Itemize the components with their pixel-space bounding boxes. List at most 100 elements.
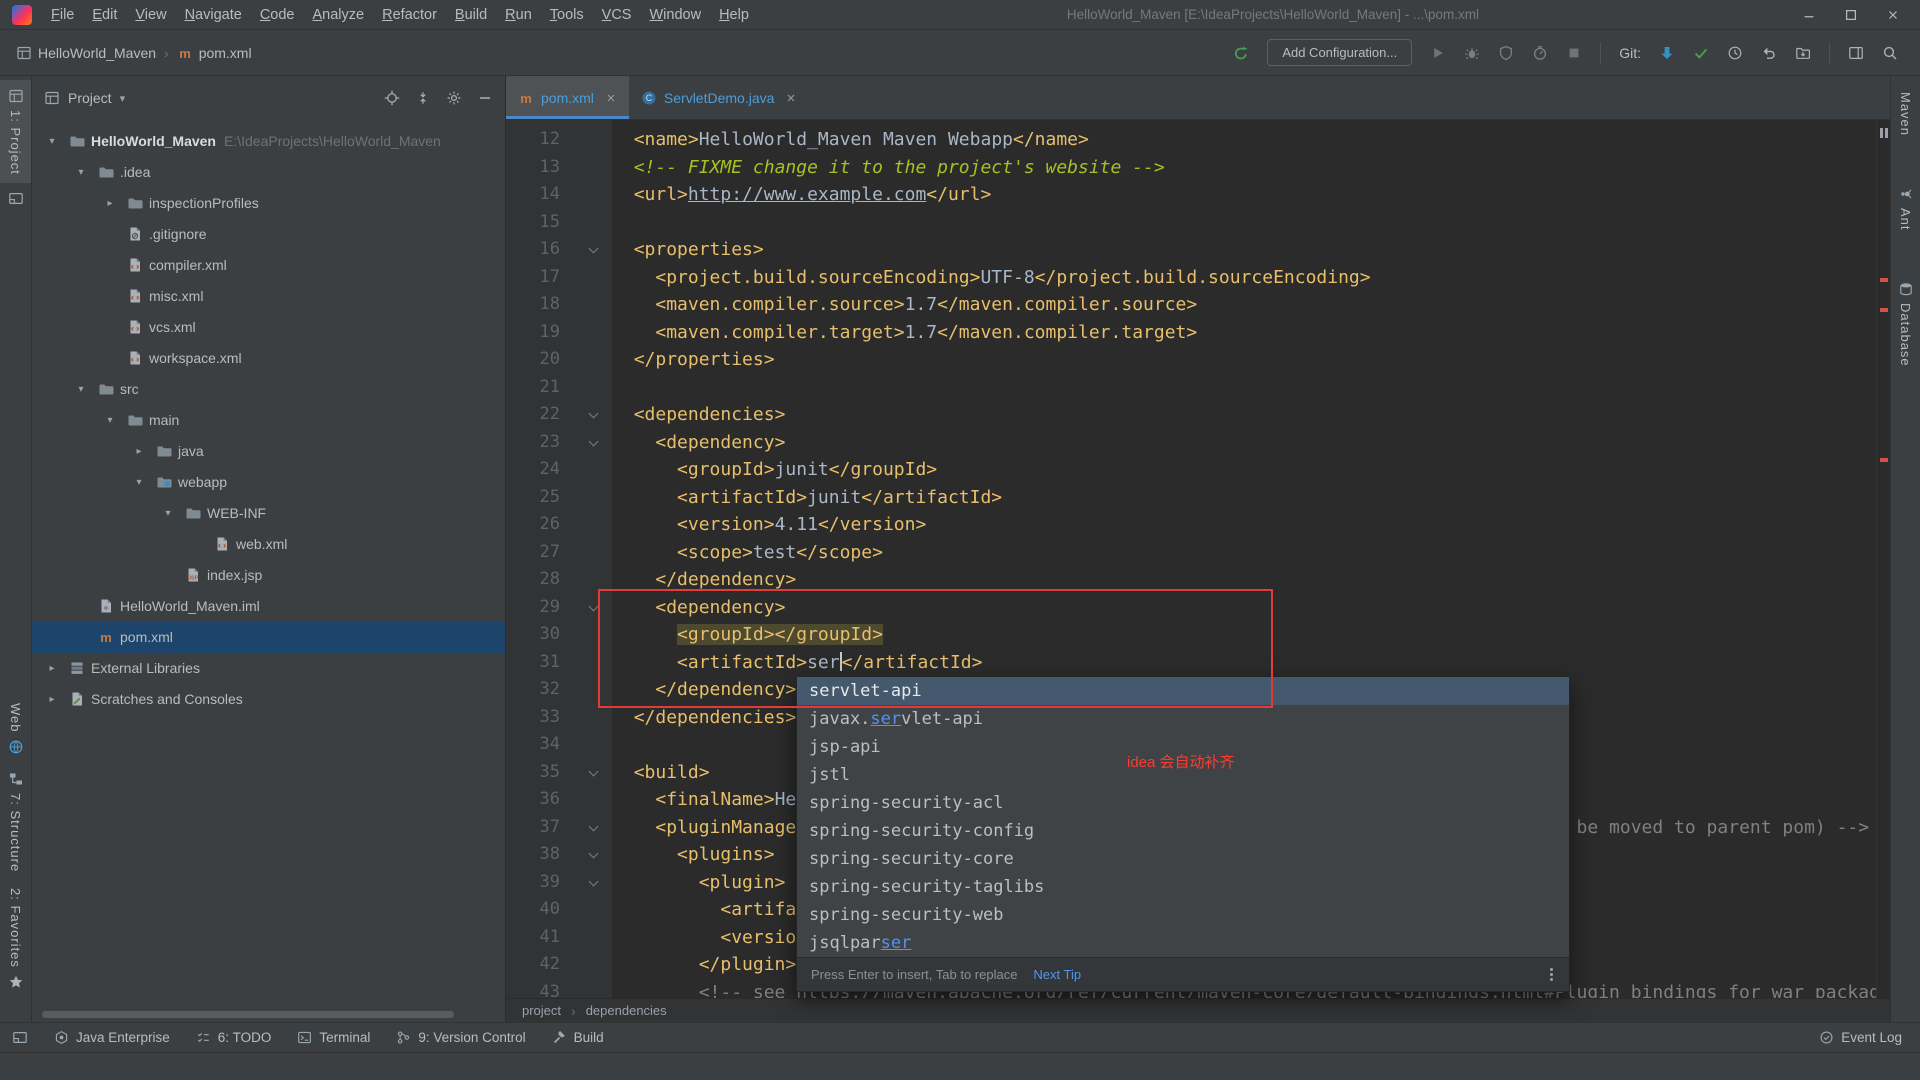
fold-marker[interactable] xyxy=(589,409,599,419)
code-line-24[interactable]: <groupId>junit</groupId> xyxy=(612,456,1876,484)
tree-row-java[interactable]: ▸java xyxy=(32,436,505,467)
rollback-button-icon[interactable] xyxy=(1761,45,1777,61)
tree-row-main[interactable]: ▾main xyxy=(32,405,505,436)
minimize-button[interactable] xyxy=(1788,1,1830,29)
code-line-22[interactable]: <dependencies> xyxy=(612,401,1876,429)
settings-gear-button-icon[interactable] xyxy=(446,90,462,106)
tree-collapse-arrow[interactable]: ▾ xyxy=(44,134,60,149)
tool-button-database[interactable]: Database xyxy=(1891,273,1920,375)
select-opened-file-button-icon[interactable] xyxy=(384,90,400,106)
tool-window-button-6-todo[interactable]: 6: TODO xyxy=(196,1030,272,1045)
error-stripe-mark[interactable] xyxy=(1880,458,1888,462)
hide-panel-button-icon[interactable] xyxy=(477,90,493,106)
tab-servletdemo.java[interactable]: CServletDemo.java xyxy=(629,76,810,119)
menu-edit[interactable]: Edit xyxy=(83,3,126,27)
tree-collapse-arrow[interactable]: ▾ xyxy=(131,475,147,490)
debug-button-icon[interactable] xyxy=(1464,45,1480,61)
tree-row-src[interactable]: ▾src xyxy=(32,374,505,405)
profiler-button-icon[interactable] xyxy=(1532,45,1548,61)
tree-collapse-arrow[interactable]: ▾ xyxy=(160,506,176,521)
collapse-all-button-icon[interactable] xyxy=(415,90,431,106)
code-line-12[interactable]: <name>HelloWorld_Maven Maven Webapp</nam… xyxy=(612,126,1876,154)
code-line-16[interactable]: <properties> xyxy=(612,236,1876,264)
tree-collapse-arrow[interactable]: ▾ xyxy=(102,413,118,428)
code-line-21[interactable] xyxy=(612,374,1876,402)
menu-tools[interactable]: Tools xyxy=(541,3,593,27)
chevron-down-icon[interactable]: ▾ xyxy=(120,92,126,105)
tree-row-web.xml[interactable]: web.xml xyxy=(32,529,505,560)
fold-marker[interactable] xyxy=(589,244,599,254)
code-line-27[interactable]: <scope>test</scope> xyxy=(612,539,1876,567)
tree-row-helloworld_maven.iml[interactable]: HelloWorld_Maven.iml xyxy=(32,591,505,622)
menu-vcs[interactable]: VCS xyxy=(593,3,641,27)
completion-item-9[interactable]: jsqlparser xyxy=(797,929,1569,957)
code-line-23[interactable]: <dependency> xyxy=(612,429,1876,457)
fold-marker[interactable] xyxy=(589,436,599,446)
tool-button-favorites[interactable]: 2: Favorites xyxy=(0,880,31,998)
menu-run[interactable]: Run xyxy=(496,3,541,27)
completion-item-4[interactable]: spring-security-acl xyxy=(797,789,1569,817)
tool-button-project[interactable]: 1: Project xyxy=(0,80,31,183)
tool-button-structure[interactable]: 7: Structure xyxy=(0,763,31,880)
coverage-button-icon[interactable] xyxy=(1498,45,1514,61)
code-line-28[interactable]: </dependency> xyxy=(612,566,1876,594)
menu-build[interactable]: Build xyxy=(446,3,496,27)
error-stripe-mark[interactable] xyxy=(1880,308,1888,312)
menu-help[interactable]: Help xyxy=(710,3,758,27)
completion-item-6[interactable]: spring-security-core xyxy=(797,845,1569,873)
tree-expand-arrow[interactable]: ▸ xyxy=(44,692,60,707)
maximize-button[interactable] xyxy=(1830,1,1872,29)
code-line-20[interactable]: </properties> xyxy=(612,346,1876,374)
tree-expand-arrow[interactable]: ▸ xyxy=(102,196,118,211)
tool-window-button-java-enterprise[interactable]: Java Enterprise xyxy=(54,1030,170,1045)
tool-window-switcher-icon[interactable] xyxy=(12,1030,28,1046)
completion-item-3[interactable]: jstl xyxy=(797,761,1569,789)
error-stripe-mark[interactable] xyxy=(1880,278,1888,282)
menu-analyze[interactable]: Analyze xyxy=(304,3,374,27)
tool-button-panel-extra[interactable] xyxy=(0,183,31,215)
menu-refactor[interactable]: Refactor xyxy=(373,3,446,27)
tree-row-external libraries[interactable]: ▸External Libraries xyxy=(32,653,505,684)
tree-row-compiler.xml[interactable]: compiler.xml xyxy=(32,250,505,281)
commit-button-icon[interactable] xyxy=(1693,45,1709,61)
tree-collapse-arrow[interactable]: ▾ xyxy=(73,165,89,180)
code-line-29[interactable]: <dependency> xyxy=(612,594,1876,622)
next-tip-link[interactable]: Next Tip xyxy=(1033,967,1081,982)
menu-navigate[interactable]: Navigate xyxy=(176,3,251,27)
stop-button-icon[interactable] xyxy=(1566,45,1582,61)
history-button-icon[interactable] xyxy=(1727,45,1743,61)
editor-breadcrumb-dependencies[interactable]: dependencies xyxy=(586,1003,667,1018)
code-line-26[interactable]: <version>4.11</version> xyxy=(612,511,1876,539)
tree-row-webapp[interactable]: ▾webapp xyxy=(32,467,505,498)
menu-code[interactable]: Code xyxy=(251,3,304,27)
tree-expand-arrow[interactable]: ▸ xyxy=(131,444,147,459)
code-line-19[interactable]: <maven.compiler.target>1.7</maven.compil… xyxy=(612,319,1876,347)
tab-pom.xml[interactable]: mpom.xml xyxy=(506,76,629,119)
tool-window-button-9-version-control[interactable]: 9: Version Control xyxy=(396,1030,525,1045)
tree-row-scratches and consoles[interactable]: ▸Scratches and Consoles xyxy=(32,684,505,715)
menu-window[interactable]: Window xyxy=(640,3,710,27)
add-configuration-button[interactable]: Add Configuration... xyxy=(1267,39,1412,66)
tool-window-button-terminal[interactable]: Terminal xyxy=(297,1030,370,1045)
search-button-icon[interactable] xyxy=(1882,45,1898,61)
tree-row-vcs.xml[interactable]: vcs.xml xyxy=(32,312,505,343)
close-icon[interactable] xyxy=(785,92,797,104)
project-panel-title[interactable]: Project xyxy=(68,90,112,106)
completion-item-0[interactable]: servlet-api xyxy=(797,677,1569,705)
fold-marker[interactable] xyxy=(589,849,599,859)
tool-button-ant[interactable]: Ant xyxy=(1891,178,1920,239)
tree-row-web-inf[interactable]: ▾WEB-INF xyxy=(32,498,505,529)
completion-item-5[interactable]: spring-security-config xyxy=(797,817,1569,845)
completion-item-7[interactable]: spring-security-taglibs xyxy=(797,873,1569,901)
code-line-15[interactable] xyxy=(612,209,1876,237)
tree-row-workspace.xml[interactable]: workspace.xml xyxy=(32,343,505,374)
completion-item-1[interactable]: javax.servlet-api xyxy=(797,705,1569,733)
code-line-14[interactable]: <url>http://www.example.com</url> xyxy=(612,181,1876,209)
completion-item-8[interactable]: spring-security-web xyxy=(797,901,1569,929)
reimport-button-icon[interactable] xyxy=(1233,45,1249,61)
analysis-pause-icon[interactable] xyxy=(1880,128,1888,138)
tree-expand-arrow[interactable]: ▸ xyxy=(44,661,60,676)
horizontal-scrollbar[interactable] xyxy=(42,1011,454,1018)
fold-marker[interactable] xyxy=(589,821,599,831)
tool-window-button-event-log[interactable]: Event Log xyxy=(1819,1030,1908,1045)
